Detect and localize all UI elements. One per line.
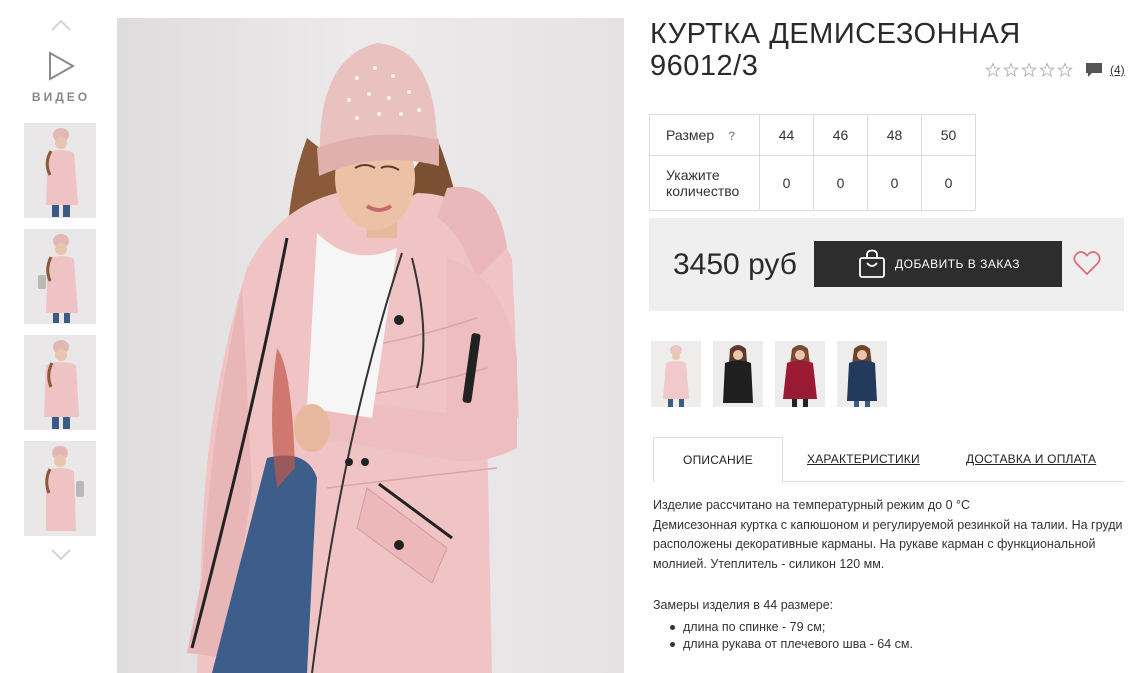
play-icon: [49, 51, 76, 81]
tab-description[interactable]: ОПИСАНИЕ: [653, 437, 783, 483]
tab-delivery-payment[interactable]: ДОСТАВКА И ОПЛАТА: [966, 437, 1096, 482]
size-label-cell: Размер?: [649, 114, 760, 156]
main-product-image[interactable]: [117, 18, 624, 673]
shopping-bag-icon: [859, 249, 885, 278]
review-count-link[interactable]: (4): [1110, 63, 1125, 77]
measurements-list: длина по спинке - 79 см; длина рукава от…: [668, 619, 913, 653]
size-row: Размер? 44 46 48 50: [649, 114, 976, 156]
star-icon[interactable]: [985, 62, 1001, 78]
thumbnail-gallery: ВИДЕО: [18, 12, 104, 572]
star-icon[interactable]: [1003, 62, 1019, 78]
quantity-input-44[interactable]: 0: [759, 155, 814, 211]
product-tabs: ОПИСАНИЕ ХАРАКТЕРИСТИКИ ДОСТАВКА И ОПЛАТ…: [653, 437, 1124, 483]
video-button[interactable]: ВИДЕО: [18, 50, 104, 120]
video-label: ВИДЕО: [31, 90, 91, 104]
price: 3450 руб: [673, 248, 797, 281]
size-50: 50: [921, 114, 976, 156]
quantity-label: Укажите количество: [649, 155, 760, 211]
chevron-up-icon[interactable]: [50, 18, 72, 32]
color-variant-pink[interactable]: [651, 341, 701, 407]
measurements-title: Замеры изделия в 44 размере:: [653, 598, 834, 612]
description-line: Демисезонная куртка с капюшоном и регули…: [653, 517, 1123, 571]
size-help-icon[interactable]: ?: [728, 129, 735, 143]
quantity-row: Укажите количество 0 0 0 0: [649, 155, 976, 211]
add-to-order-label: ДОБАВИТЬ В ЗАКАЗ: [895, 257, 1020, 271]
description-line: Изделие рассчитано на температурный режи…: [653, 498, 971, 512]
star-icon[interactable]: [1057, 62, 1073, 78]
thumbnail-3[interactable]: [24, 335, 96, 430]
chevron-down-icon[interactable]: [50, 548, 72, 562]
product-title: КУРТКА ДЕМИСЕЗОННАЯ 96012/3: [650, 18, 1021, 82]
rating-stars: [985, 62, 1073, 78]
add-to-order-button[interactable]: ДОБАВИТЬ В ЗАКАЗ: [814, 241, 1062, 287]
thumbnail-4[interactable]: [24, 441, 96, 536]
list-item: длина по спинке - 79 см;: [668, 619, 913, 636]
size-table: Размер? 44 46 48 50 Укажите количество 0…: [649, 114, 976, 211]
comment-icon[interactable]: [1085, 61, 1103, 79]
product-description: Изделие рассчитано на температурный режи…: [653, 496, 1125, 574]
thumbnail-1[interactable]: [24, 123, 96, 218]
size-44: 44: [759, 114, 814, 156]
star-icon[interactable]: [1039, 62, 1055, 78]
size-46: 46: [813, 114, 868, 156]
quantity-input-46[interactable]: 0: [813, 155, 868, 211]
color-variant-black[interactable]: [713, 341, 763, 407]
color-variant-burgundy[interactable]: [775, 341, 825, 407]
size-label: Размер: [666, 127, 715, 143]
color-variants: [651, 341, 887, 407]
star-icon[interactable]: [1021, 62, 1037, 78]
quantity-input-50[interactable]: 0: [921, 155, 976, 211]
thumbnail-2[interactable]: [24, 229, 96, 324]
tab-characteristics[interactable]: ХАРАКТЕРИСТИКИ: [807, 437, 920, 482]
price-box: 3450 руб ДОБАВИТЬ В ЗАКАЗ: [649, 218, 1124, 311]
heart-icon[interactable]: [1073, 250, 1101, 276]
quantity-input-48[interactable]: 0: [867, 155, 922, 211]
size-48: 48: [867, 114, 922, 156]
list-item: длина рукава от плечевого шва - 64 см.: [668, 636, 913, 653]
color-variant-navy[interactable]: [837, 341, 887, 407]
rating: (4): [985, 60, 1125, 80]
